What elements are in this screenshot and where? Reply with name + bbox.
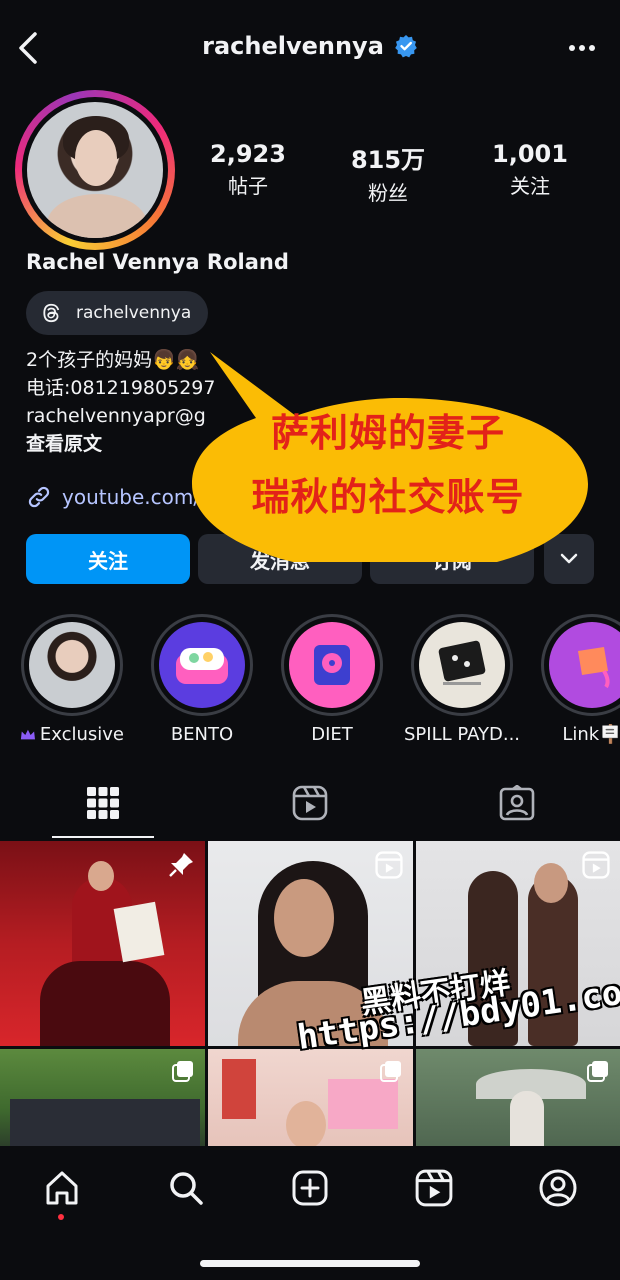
tab-posts-grid[interactable] — [43, 770, 163, 836]
threads-handle: rachelvennya — [76, 303, 192, 323]
reels-icon — [292, 785, 328, 821]
highlight-label: SPILL PAYD... — [404, 724, 521, 745]
profile-avatar[interactable] — [15, 90, 175, 250]
bio-line: 2个孩子的妈妈👦👧 — [26, 349, 200, 371]
posts-count-value: 2,923 — [210, 140, 286, 168]
home-icon — [46, 1171, 78, 1205]
posts-count-label: 帖子 — [228, 174, 268, 198]
following-count-label: 关注 — [510, 174, 550, 198]
grid-icon — [87, 787, 119, 819]
following-count[interactable]: 1,001 关注 — [470, 140, 590, 199]
callout-line-2: 瑞秋的社交账号 — [251, 475, 525, 519]
tagged-icon — [499, 785, 535, 821]
notification-dot — [58, 1214, 64, 1220]
followers-count-value: 815万 — [350, 146, 426, 174]
home-indicator — [200, 1260, 420, 1267]
nav-search[interactable] — [160, 1166, 212, 1210]
highlight-label: Exclusive — [39, 724, 124, 745]
reels-icon — [582, 851, 610, 883]
active-tab-indicator — [52, 836, 154, 838]
product-photo-icon — [438, 640, 486, 685]
profile-username-header: rachelvennya — [0, 32, 620, 60]
search-icon — [170, 1172, 203, 1205]
highlight-label: Link🪧 — [562, 724, 620, 745]
highlight-link[interactable]: Link🪧 — [540, 614, 620, 745]
tab-tagged[interactable] — [457, 770, 577, 836]
callout-line-1: 萨利姆的妻子 — [270, 411, 505, 455]
reels-icon — [415, 1169, 453, 1207]
pin-icon — [167, 851, 195, 883]
scale-icon — [314, 645, 350, 685]
paint-bucket-icon — [578, 647, 610, 689]
more-options-button[interactable] — [562, 32, 602, 64]
posts-count[interactable]: 2,923 帖子 — [188, 140, 308, 199]
verified-badge-icon — [395, 35, 417, 58]
grid-post[interactable] — [416, 1049, 620, 1149]
see-original-link[interactable]: 查看原文 — [26, 430, 102, 458]
external-link[interactable]: youtube.com/c — [26, 484, 211, 510]
highlight-diet[interactable]: DIET — [280, 614, 384, 745]
highlight-label: BENTO — [170, 724, 234, 745]
carousel-icon — [586, 1059, 610, 1087]
threads-icon — [43, 303, 60, 323]
crown-icon — [20, 729, 35, 739]
profile-full-name: Rachel Vennya Roland — [26, 250, 289, 274]
username-title: rachelvennya — [202, 32, 384, 60]
nav-home[interactable] — [36, 1166, 88, 1210]
highlight-spill-payd[interactable]: SPILL PAYD... — [404, 614, 520, 745]
nav-create[interactable] — [284, 1166, 336, 1210]
more-horizontal-icon — [569, 45, 595, 51]
threads-link-chip[interactable]: rachelvennya — [26, 291, 208, 335]
followers-count[interactable]: 815万 粉丝 — [328, 140, 448, 206]
reels-icon — [375, 851, 403, 883]
grid-post[interactable] — [0, 1049, 205, 1149]
grid-post[interactable] — [208, 1049, 413, 1149]
followers-count-label: 粉丝 — [368, 181, 408, 205]
nav-reels[interactable] — [408, 1166, 460, 1210]
tab-reels[interactable] — [250, 770, 370, 836]
bento-box-icon — [176, 648, 228, 684]
bio-email: rachelvennyapr@g — [26, 405, 206, 427]
link-icon — [28, 486, 50, 508]
nav-profile[interactable] — [532, 1166, 584, 1210]
create-icon — [292, 1170, 328, 1206]
highlight-label: DIET — [311, 724, 353, 745]
bottom-navigation — [0, 1146, 620, 1280]
carousel-icon — [171, 1059, 195, 1087]
carousel-icon — [379, 1059, 403, 1087]
grid-post[interactable] — [0, 841, 205, 1046]
highlight-bento[interactable]: BENTO — [150, 614, 254, 745]
highlight-exclusive[interactable]: Exclusive — [20, 614, 124, 745]
profile-icon — [539, 1169, 577, 1207]
follow-button[interactable]: 关注 — [26, 534, 190, 584]
avatar-photo — [27, 102, 163, 238]
following-count-value: 1,001 — [492, 140, 568, 168]
